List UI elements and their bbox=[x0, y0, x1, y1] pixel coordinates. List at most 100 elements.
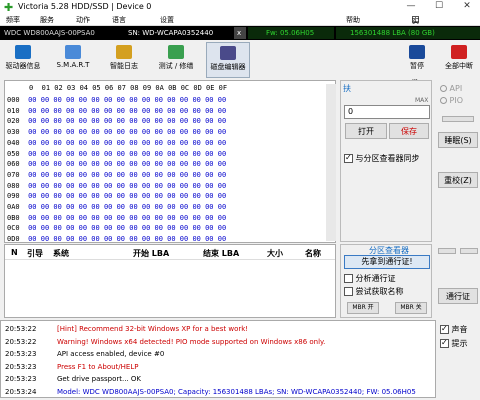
log-line: 20:53:22 Warning! Windows x64 detected! P… bbox=[5, 336, 325, 348]
menu-bar: 频率 服务 动作 语言 设置 帮助 实时查看缓冲区 bbox=[0, 14, 480, 85]
hex-row-bytes[interactable]: 00 00 00 00 00 00 00 00 00 00 00 00 00 0… bbox=[28, 192, 226, 200]
hex-row-address: 000 bbox=[7, 96, 20, 104]
stop-all-button[interactable]: 全部中断 bbox=[440, 42, 478, 78]
log-message: Warning! Windows x64 detected! PIO mode … bbox=[57, 337, 326, 346]
hex-row[interactable]: 030 00 00 00 00 00 00 00 00 00 00 00 00 … bbox=[7, 127, 226, 137]
editor-icon bbox=[220, 46, 236, 60]
hex-row-bytes[interactable]: 00 00 00 00 00 00 00 00 00 00 00 00 00 0… bbox=[28, 203, 226, 211]
stop-icon bbox=[451, 45, 467, 59]
pause-button[interactable]: 暂停 bbox=[404, 42, 430, 78]
passport-button[interactable]: 通行证 bbox=[438, 288, 478, 304]
hex-row[interactable]: 050 00 00 00 00 00 00 00 00 00 00 00 00 … bbox=[7, 149, 226, 159]
log-time: 20:53:23 bbox=[5, 350, 37, 358]
hex-row[interactable]: 080 00 00 00 00 00 00 00 00 00 00 00 00 … bbox=[7, 181, 226, 191]
hex-row-address: 070 bbox=[7, 170, 20, 179]
hex-row[interactable]: 0D0 00 00 00 00 00 00 00 00 00 00 00 00 … bbox=[7, 234, 226, 244]
sound-label: 声音 bbox=[451, 325, 468, 334]
menu-item[interactable]: 服务 bbox=[40, 15, 54, 25]
smart-log-button[interactable]: 智能日志 bbox=[104, 42, 144, 78]
log-time: 20:53:24 bbox=[5, 387, 37, 396]
close-button[interactable]: ✕ bbox=[456, 1, 478, 13]
api-radio[interactable] bbox=[440, 85, 447, 92]
analyze-row[interactable]: 分析通行证 bbox=[344, 273, 396, 284]
hex-row-address: 0B0 bbox=[7, 213, 20, 222]
sound-row[interactable]: 声音 bbox=[440, 324, 468, 335]
hex-row[interactable]: 020 00 00 00 00 00 00 00 00 00 00 00 00 … bbox=[7, 116, 226, 126]
hex-row[interactable]: 070 00 00 00 00 00 00 00 00 00 00 00 00 … bbox=[7, 170, 226, 180]
hex-row-address: 080 bbox=[7, 181, 20, 190]
get-pass-button[interactable]: 先拿到通行证! bbox=[344, 255, 430, 269]
pio-radio-row[interactable]: PIO bbox=[440, 96, 463, 105]
disk-editor-button[interactable]: 磁盘编辑器 bbox=[206, 42, 250, 78]
smart-label: S.M.A.R.T bbox=[56, 61, 90, 69]
hex-row-bytes[interactable]: 00 00 00 00 00 00 00 00 00 00 00 00 00 0… bbox=[28, 150, 226, 158]
hex-row[interactable]: 0C0 00 00 00 00 00 00 00 00 00 00 00 00 … bbox=[7, 223, 226, 233]
save-button[interactable]: 保存 bbox=[389, 123, 429, 139]
sector-input[interactable]: 0 bbox=[344, 105, 430, 119]
menu-item[interactable]: 帮助 bbox=[346, 15, 360, 25]
smart-icon bbox=[65, 45, 81, 59]
mbr-open-button[interactable]: MBR 开 bbox=[347, 302, 379, 314]
log-line: 20:53:22 [Hint] Recommend 32-bit Windows … bbox=[5, 323, 248, 335]
log-line: 20:53:24 Model: WDC WD800AAJS-00PSA0; Cap… bbox=[5, 386, 416, 398]
hex-row-bytes[interactable]: 00 00 00 00 00 00 00 00 00 00 00 00 00 0… bbox=[28, 107, 226, 115]
mbr-close-button[interactable]: MBR 关 bbox=[395, 302, 427, 314]
side-small-button[interactable] bbox=[442, 116, 474, 122]
maximize-button[interactable]: ☐ bbox=[428, 1, 450, 13]
hex-row[interactable]: 0B0 00 00 00 00 00 00 00 00 00 00 00 00 … bbox=[7, 213, 226, 223]
analyze-checkbox[interactable] bbox=[344, 274, 353, 283]
hex-row-bytes[interactable]: 00 00 00 00 00 00 00 00 00 00 00 00 00 0… bbox=[28, 182, 226, 190]
sleep-button[interactable]: 睡眠(S) bbox=[438, 132, 478, 148]
hex-row[interactable]: 010 00 00 00 00 00 00 00 00 00 00 00 00 … bbox=[7, 106, 226, 116]
sector-panel: 扶 MAX 0 打开 保存 与分区查看器同步 bbox=[340, 80, 432, 242]
close-drive-button[interactable]: x bbox=[234, 27, 246, 39]
hints-checkbox[interactable] bbox=[440, 338, 449, 348]
hex-row[interactable]: 000 00 00 00 00 00 00 00 00 00 00 00 00 … bbox=[7, 95, 226, 105]
hints-row[interactable]: 提示 bbox=[440, 338, 468, 349]
menu-item[interactable]: 动作 bbox=[76, 15, 90, 25]
sync-checkbox[interactable] bbox=[344, 153, 353, 163]
try-name-checkbox[interactable] bbox=[344, 287, 353, 296]
hex-row[interactable]: 060 00 00 00 00 00 00 00 00 00 00 00 00 … bbox=[7, 159, 226, 169]
hex-row[interactable]: 0A0 00 00 00 00 00 00 00 00 00 00 00 00 … bbox=[7, 202, 226, 212]
api-radio-row[interactable]: API bbox=[440, 84, 462, 93]
partition-viewer-panel: 分区查看器 先拿到通行证! 分析通行证 尝试获取名称 MBR 开 MBR 关 bbox=[340, 244, 432, 318]
pio-radio[interactable] bbox=[440, 97, 447, 104]
side-small-button-left[interactable] bbox=[438, 248, 456, 254]
smart-button[interactable]: S.M.A.R.T bbox=[50, 42, 96, 78]
max-label[interactable]: MAX bbox=[415, 97, 428, 104]
hex-editor[interactable]: 0 01 02 03 04 05 06 07 08 09 0A 0B 0C 0D… bbox=[4, 80, 336, 243]
hex-row-bytes[interactable]: 00 00 00 00 00 00 00 00 00 00 00 00 00 0… bbox=[28, 117, 226, 125]
hex-row-bytes[interactable]: 00 00 00 00 00 00 00 00 00 00 00 00 00 0… bbox=[28, 214, 226, 222]
open-button[interactable]: 打开 bbox=[345, 123, 387, 139]
menu-item[interactable]: 频率 bbox=[6, 15, 20, 25]
side-small-button-right[interactable] bbox=[460, 248, 478, 254]
sound-checkbox[interactable] bbox=[440, 324, 449, 334]
hex-row[interactable]: 040 00 00 00 00 00 00 00 00 00 00 00 00 … bbox=[7, 138, 226, 148]
hex-row-bytes[interactable]: 00 00 00 00 00 00 00 00 00 00 00 00 00 0… bbox=[28, 160, 226, 168]
hex-row[interactable]: 090 00 00 00 00 00 00 00 00 00 00 00 00 … bbox=[7, 191, 226, 201]
hex-row-bytes[interactable]: 00 00 00 00 00 00 00 00 00 00 00 00 00 0… bbox=[28, 235, 226, 243]
recalibrate-button[interactable]: 重校(Z) bbox=[438, 172, 478, 188]
pause-icon bbox=[409, 45, 425, 59]
log-message: API access enabled, device #0 bbox=[57, 350, 165, 358]
try-name-row[interactable]: 尝试获取名称 bbox=[344, 286, 404, 297]
hex-row-bytes[interactable]: 00 00 00 00 00 00 00 00 00 00 00 00 00 0… bbox=[28, 128, 226, 136]
test-repair-button[interactable]: 测试 / 修缮 bbox=[152, 42, 200, 78]
hex-row-bytes[interactable]: 00 00 00 00 00 00 00 00 00 00 00 00 00 0… bbox=[28, 139, 226, 147]
toolbar: 驱动器信息 S.M.A.R.T 智能日志 测试 / 修缮 磁盘编辑器 暂停 全部… bbox=[0, 40, 480, 79]
hex-row-bytes[interactable]: 00 00 00 00 00 00 00 00 00 00 00 00 00 0… bbox=[28, 96, 226, 104]
api-label: API bbox=[449, 84, 463, 93]
hex-row-bytes[interactable]: 00 00 00 00 00 00 00 00 00 00 00 00 00 0… bbox=[28, 171, 226, 179]
hex-scrollbar[interactable] bbox=[326, 84, 336, 241]
sync-checkbox-row[interactable]: 与分区查看器同步 bbox=[344, 153, 420, 164]
menu-item[interactable]: 语言 bbox=[112, 15, 126, 25]
test-repair-label: 测试 / 修缮 bbox=[158, 62, 194, 70]
hex-row-bytes[interactable]: 00 00 00 00 00 00 00 00 00 00 00 00 00 0… bbox=[28, 224, 226, 232]
drive-info-button[interactable]: 驱动器信息 bbox=[2, 42, 44, 78]
menu-item[interactable]: 设置 bbox=[160, 15, 174, 25]
drive-model[interactable]: WDC WD800AAJS-00PSA0 bbox=[0, 27, 124, 39]
hex-row-address: 060 bbox=[7, 160, 20, 169]
minimize-button[interactable]: — bbox=[400, 1, 422, 13]
pause-label: 暂停 bbox=[410, 62, 424, 70]
